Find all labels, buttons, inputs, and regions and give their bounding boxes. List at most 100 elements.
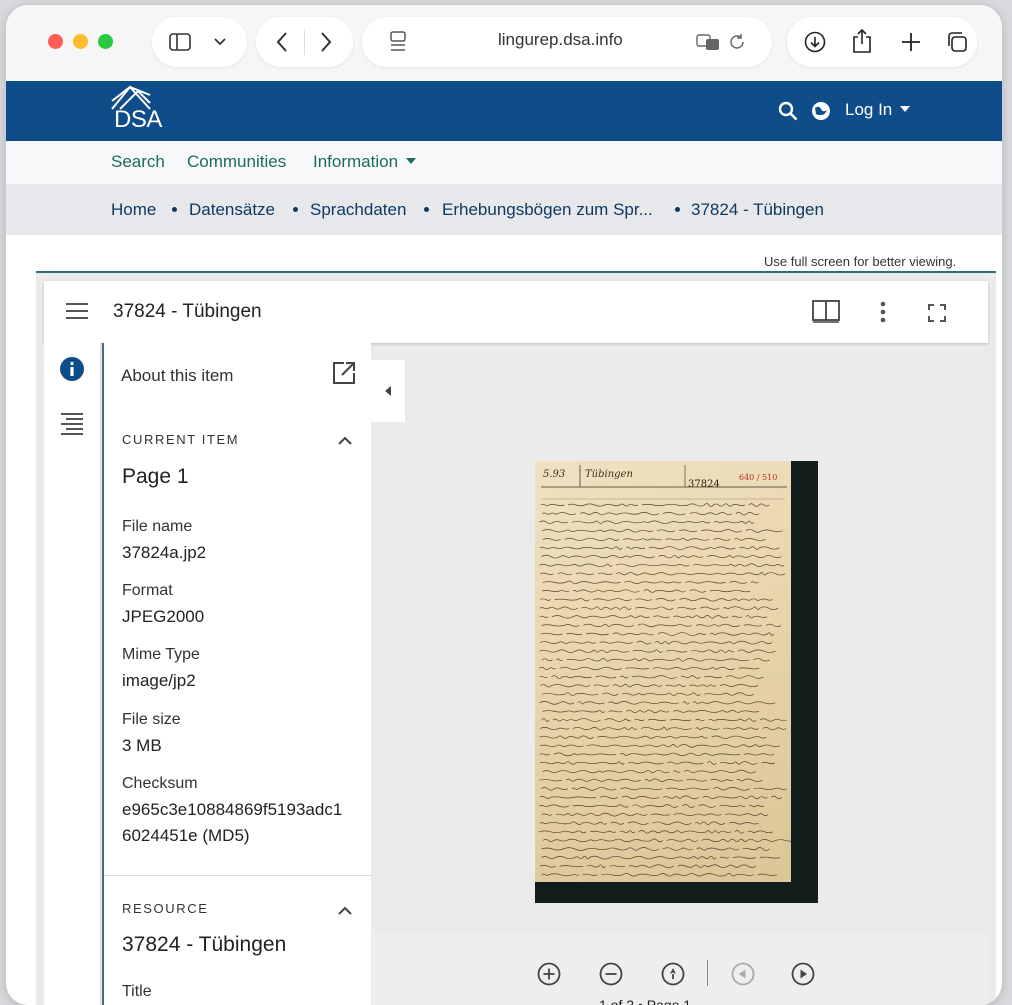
search-icon[interactable] xyxy=(778,101,798,121)
handwriting-line xyxy=(542,537,766,541)
forward-button[interactable] xyxy=(320,32,332,52)
file-size-value: 3 MB xyxy=(122,736,162,755)
handwriting-line xyxy=(541,855,781,860)
companion-strip xyxy=(44,343,101,1005)
download-icon[interactable] xyxy=(804,31,826,53)
handwriting-line xyxy=(541,786,788,791)
handwriting-line xyxy=(541,812,769,817)
breadcrumb-home[interactable]: Home xyxy=(111,200,156,220)
nav-information-label: Information xyxy=(313,152,399,171)
handwriting-line xyxy=(539,520,755,524)
login-button[interactable]: Log In xyxy=(845,100,910,120)
collapse-current-item-icon[interactable] xyxy=(338,436,352,445)
chevron-down-icon xyxy=(214,38,226,46)
reload-icon[interactable] xyxy=(728,33,746,51)
handwriting-line xyxy=(540,762,779,765)
handwriting-line xyxy=(539,795,782,800)
fullscreen-icon[interactable] xyxy=(928,304,946,322)
handwriting-line xyxy=(541,632,775,636)
nav-information[interactable]: Information xyxy=(313,152,416,172)
zoom-in-icon[interactable] xyxy=(537,962,561,986)
manuscript-page-image[interactable]: 5.93 Tübingen 37824 640 / 510 xyxy=(535,461,818,903)
handwriting-line xyxy=(542,590,754,593)
handwriting-line xyxy=(541,873,777,877)
handwriting-line xyxy=(540,726,787,731)
collapse-sidebar-button[interactable] xyxy=(371,360,405,422)
handwriting-line xyxy=(539,563,785,567)
page-counter: 1 of 2 • Page 1 xyxy=(599,997,692,1005)
page-menu-icon[interactable] xyxy=(389,31,407,53)
translate-icon[interactable] xyxy=(696,33,720,51)
nav-communities[interactable]: Communities xyxy=(187,152,286,172)
file-size-label: File size xyxy=(122,711,181,728)
book-view-icon[interactable] xyxy=(812,299,840,323)
manuscript-paper: 5.93 Tübingen 37824 640 / 510 xyxy=(535,461,791,882)
mirador-viewer: 37824 - Tübingen About this item CURRENT… xyxy=(36,271,996,1005)
caret-down-icon xyxy=(900,106,910,112)
new-tab-icon[interactable] xyxy=(901,32,921,52)
breadcrumb-current: 37824 - Tübingen xyxy=(691,200,824,219)
breadcrumb-erhebungsboegen[interactable]: Erhebungsbögen zum Spr... xyxy=(442,200,653,220)
resource-title: 37824 - Tübingen xyxy=(122,933,287,956)
handwriting-line xyxy=(539,735,767,739)
tab-overview-icon[interactable] xyxy=(946,31,968,53)
checksum-label: Checksum xyxy=(122,775,198,792)
mime-type-label: Mime Type xyxy=(122,646,200,663)
viewer-title: 37824 - Tübingen xyxy=(113,301,262,322)
handwriting-line xyxy=(539,752,775,757)
more-options-icon[interactable] xyxy=(880,301,886,323)
index-icon[interactable] xyxy=(61,413,83,435)
handwriting-line xyxy=(539,615,768,619)
sidebar-icon xyxy=(169,33,191,51)
breadcrumb-datensaetze[interactable]: Datensätze xyxy=(189,200,275,220)
menu-icon[interactable] xyxy=(66,303,88,319)
info-icon[interactable] xyxy=(60,357,84,381)
breadcrumb-separator xyxy=(293,207,298,212)
handwriting-line xyxy=(539,821,759,825)
handwriting-line xyxy=(539,805,768,808)
reset-zoom-icon[interactable] xyxy=(661,962,685,986)
language-globe-icon[interactable] xyxy=(811,101,831,121)
breadcrumb-separator xyxy=(172,207,177,212)
login-label: Log In xyxy=(845,100,893,119)
handwriting-line xyxy=(542,769,756,774)
fullscreen-hint: Use full screen for better viewing. xyxy=(764,254,957,269)
nav-search[interactable]: Search xyxy=(111,152,165,172)
viewer-controls xyxy=(371,934,988,1005)
handwriting-line xyxy=(541,692,754,697)
checksum-value-cont: 6024451e (MD5) xyxy=(122,826,250,845)
back-button[interactable] xyxy=(276,32,288,52)
handwriting-line xyxy=(541,623,782,628)
toolbar-actions xyxy=(787,17,977,67)
next-page-icon[interactable] xyxy=(791,962,815,986)
manuscript-handwriting xyxy=(535,503,791,877)
handwriting-line xyxy=(541,718,787,722)
site-header: DSA Log In xyxy=(6,81,1002,141)
open-external-icon[interactable] xyxy=(332,361,356,385)
minimize-window-button[interactable] xyxy=(73,34,88,49)
file-name-label: File name xyxy=(122,518,193,535)
sidebar-toggle[interactable] xyxy=(152,17,247,67)
share-icon[interactable] xyxy=(852,28,872,54)
current-item-label: CURRENT ITEM xyxy=(122,432,240,447)
close-window-button[interactable] xyxy=(48,34,63,49)
handwriting-line xyxy=(542,709,759,714)
handwriting-line xyxy=(538,666,760,671)
caret-down-icon xyxy=(405,158,416,164)
address-text[interactable]: lingurep.dsa.info xyxy=(498,30,623,50)
zoom-window-button[interactable] xyxy=(98,34,113,49)
handwriting-line xyxy=(538,830,774,834)
breadcrumb-separator xyxy=(424,207,429,212)
handwriting-line xyxy=(542,848,774,851)
handwriting-line xyxy=(539,640,773,645)
dsa-logo[interactable]: DSA xyxy=(110,83,190,137)
zoom-out-icon[interactable] xyxy=(599,962,623,986)
collapse-resource-icon[interactable] xyxy=(338,906,352,915)
previous-page-icon xyxy=(731,962,755,986)
handwriting-line xyxy=(539,546,780,550)
breadcrumb-separator xyxy=(675,207,680,212)
breadcrumb-sprachdaten[interactable]: Sprachdaten xyxy=(310,200,406,220)
handwriting-line xyxy=(539,744,781,748)
handwriting-line xyxy=(541,684,763,687)
resource-title-label: Title xyxy=(122,983,152,1000)
